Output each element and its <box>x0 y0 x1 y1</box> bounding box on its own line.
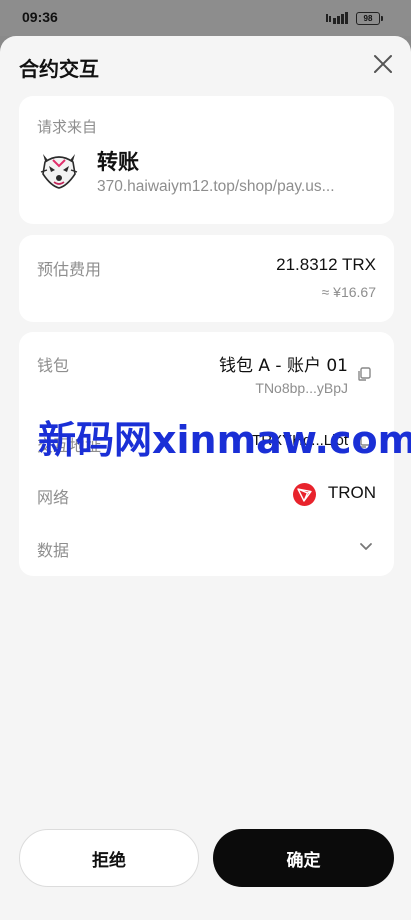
data-label[interactable]: 数据 <box>37 537 69 561</box>
reject-button-label: 拒绝 <box>92 850 126 871</box>
dapp-logo-icon <box>40 154 78 189</box>
wallet-address: TNo8bp...yBpJ <box>255 380 348 396</box>
signal-icon <box>326 12 348 24</box>
network-name: TRON <box>327 483 376 502</box>
battery-icon: 98 <box>356 12 383 25</box>
sheet-title: 合约交互 <box>19 57 99 81</box>
battery-level: 98 <box>363 14 373 23</box>
reject-button[interactable]: 拒绝 <box>19 829 199 887</box>
copy-icon[interactable] <box>356 366 372 382</box>
contract-interaction-sheet: 合约交互 请求来自 转账 370.haiwaiym12.top/shop/pay… <box>0 36 411 920</box>
request-from-label: 请求来自 <box>37 118 98 136</box>
wallet-label: 钱包 <box>37 356 70 375</box>
fee-label: 预估费用 <box>37 260 102 279</box>
fee-value: 21.8312 TRX <box>276 255 376 274</box>
dapp-name: 转账 <box>97 150 139 174</box>
status-bar: 09:36 98 <box>0 0 411 36</box>
wallet-name: 钱包 A - 账户 01 <box>218 356 348 376</box>
tron-icon <box>293 483 316 506</box>
request-card: 请求来自 转账 370.haiwaiym12.top/shop/pay.us..… <box>19 96 394 224</box>
fee-card: 预估费用 21.8312 TRX ≈ ¥16.67 <box>19 235 394 322</box>
confirm-button[interactable]: 确定 <box>213 829 394 887</box>
dapp-url: 370.haiwaiym12.top/shop/pay.us... <box>97 178 335 195</box>
status-time: 09:36 <box>22 9 58 25</box>
fee-fiat-value: ≈ ¥16.67 <box>321 284 376 300</box>
chevron-down-icon[interactable] <box>358 538 374 554</box>
confirm-button-label: 确定 <box>286 850 321 871</box>
network-label: 网络 <box>37 488 70 507</box>
close-icon[interactable] <box>372 53 394 75</box>
watermark-text: 新码网xinmaw.com <box>38 418 411 462</box>
